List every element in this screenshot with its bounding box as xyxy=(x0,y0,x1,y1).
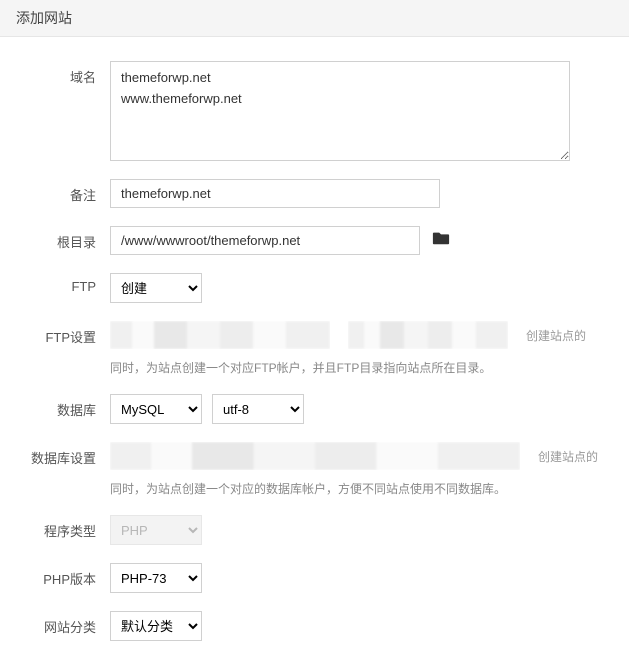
label-remark: 备注 xyxy=(0,179,110,204)
ftp-side-text: 创建站点的 xyxy=(526,327,586,344)
php-version-select[interactable]: PHP-73 xyxy=(110,563,202,593)
ftp-hint: 同时，为站点创建一个对应FTP帐户，并且FTP目录指向站点所在目录。 xyxy=(110,359,599,376)
database-engine-select[interactable]: MySQL xyxy=(110,394,202,424)
database-charset-select[interactable]: utf-8 xyxy=(212,394,304,424)
label-program-type: 程序类型 xyxy=(0,515,110,540)
site-category-select[interactable]: 默认分类 xyxy=(110,611,202,641)
dialog-header: 添加网站 xyxy=(0,0,629,37)
label-root: 根目录 xyxy=(0,226,110,251)
folder-icon[interactable] xyxy=(432,230,450,249)
database-side-text: 创建站点的 xyxy=(538,448,598,465)
ftp-select[interactable]: 创建 xyxy=(110,273,202,303)
database-hint: 同时，为站点创建一个对应的数据库帐户，方便不同站点使用不同数据库。 xyxy=(110,480,599,497)
dialog-title: 添加网站 xyxy=(16,10,72,26)
ftp-pass-input-blurred[interactable] xyxy=(348,321,508,349)
label-ftp: FTP xyxy=(0,273,110,294)
form: 域名 备注 根目录 FTP 创建 FTP设置 xyxy=(0,37,629,669)
label-database: 数据库 xyxy=(0,394,110,419)
label-site-category: 网站分类 xyxy=(0,611,110,636)
program-type-select: PHP xyxy=(110,515,202,545)
label-php-version: PHP版本 xyxy=(0,563,110,588)
label-ftp-settings: FTP设置 xyxy=(0,321,110,346)
remark-input[interactable] xyxy=(110,179,440,208)
label-database-settings: 数据库设置 xyxy=(0,442,110,467)
root-dir-input[interactable] xyxy=(110,226,420,255)
label-domain: 域名 xyxy=(0,61,110,86)
ftp-user-input-blurred[interactable] xyxy=(110,321,330,349)
database-settings-blurred[interactable] xyxy=(110,442,520,470)
domain-input[interactable] xyxy=(110,61,570,161)
